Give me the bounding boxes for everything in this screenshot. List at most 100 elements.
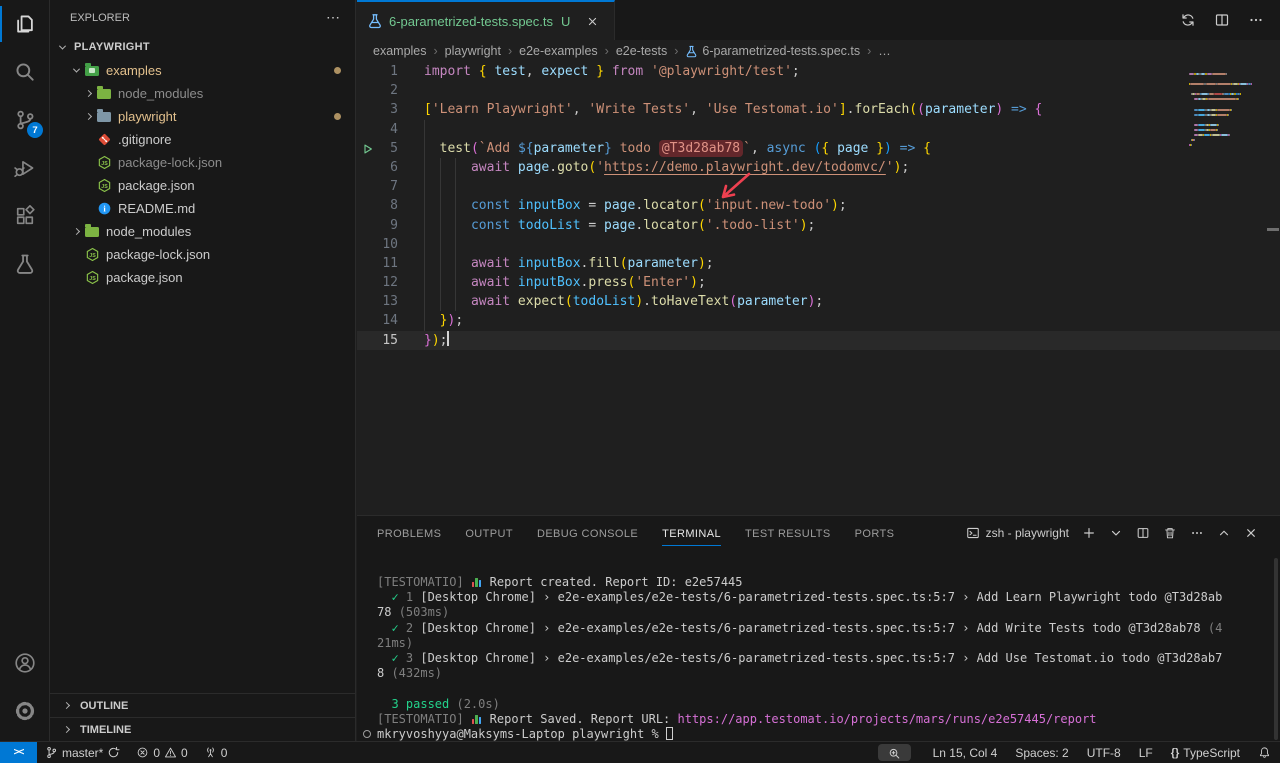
terminal-row: ✓ 2 [Desktop Chrome] › e2e-examples/e2e-… [377,621,1280,636]
indent-guide [424,292,425,311]
panel-tab-ports[interactable]: PORTS [855,520,895,546]
tree-item--gitignore[interactable]: .gitignore [50,128,355,151]
chevron-down-icon[interactable] [1109,526,1123,540]
editor-tab[interactable]: 6-parametrized-tests.spec.ts U [357,0,615,40]
tree-item-playwright[interactable]: playwright [50,105,355,128]
indent-guide [424,158,425,177]
code-line-11: 11 await inputBox.fill(parameter); [357,254,1280,273]
account-icon [14,652,36,674]
status-ports[interactable]: 0 [196,742,236,763]
breadcrumb-item[interactable]: e2e-examples [519,44,598,58]
workspace-section-header[interactable]: PLAYWRIGHT [50,35,355,59]
status-bar: ><master*000Ln 15, Col 4Spaces: 2UTF-8LF… [0,741,1280,763]
terminal-scrollbar[interactable] [1274,558,1278,740]
bar-chart-icon [472,714,482,724]
tree-item-package-json[interactable]: JSpackage.json [50,174,355,197]
status-git-branch[interactable]: master* [37,742,128,763]
tree-item-node-modules[interactable]: node_modules [50,220,355,243]
breadcrumb-item[interactable]: playwright [445,44,501,58]
close-icon[interactable] [1244,526,1258,540]
breadcrumb-item[interactable]: e2e-tests [616,44,667,58]
open-changes-icon[interactable] [1180,12,1196,28]
branch-icon [45,746,58,759]
activity-bar: 7 [0,0,50,741]
split-editor-icon[interactable] [1136,526,1150,540]
section-timeline[interactable]: TIMELINE [50,717,355,741]
chevron-up-icon[interactable] [1217,526,1231,540]
status-encoding[interactable]: UTF-8 [1078,742,1130,763]
run-test-icon[interactable] [362,143,374,155]
tree-item-label: examples [106,63,162,78]
tree-item-node-modules[interactable]: node_modules [50,82,355,105]
extensions-icon [14,205,36,227]
terminal-row: 21ms) [377,636,1280,651]
panel-tab-output[interactable]: OUTPUT [465,520,513,546]
explorer-more-actions-icon[interactable]: ⋯ [326,9,341,26]
status-indentation[interactable]: Spaces: 2 [1006,742,1077,763]
tree-item-package-lock-json[interactable]: JSpackage-lock.json [50,151,355,174]
more-actions-icon[interactable] [1248,12,1264,28]
activity-item-accounts[interactable] [0,639,50,687]
activity-item-testing[interactable] [0,240,50,288]
tree-item-label: package-lock.json [106,247,210,262]
tree-item-label: package.json [106,270,183,285]
terminal-row [377,681,1280,696]
status-zoom[interactable] [869,742,924,763]
breadcrumb-symbol-tail[interactable]: … [878,44,891,58]
terminal-session-select[interactable]: zsh - playwright [966,526,1069,540]
terminal-row: 78 (503ms) [377,605,1280,620]
activity-item-settings[interactable] [0,687,50,735]
section-label: TIMELINE [80,724,131,736]
activity-bar-bottom [0,639,50,735]
git-icon [97,132,112,147]
panel-tab-terminal[interactable]: TERMINAL [662,520,721,546]
status-cursor-position[interactable]: Ln 15, Col 4 [924,742,1007,763]
line-number: 6 [357,158,424,177]
indent-guide [455,196,456,215]
split-editor-icon[interactable] [1214,12,1230,28]
indent-guide [455,273,456,292]
tree-item-readme-md[interactable]: iREADME.md [50,197,355,220]
add-icon[interactable] [1082,526,1096,540]
chevron-down-icon [72,66,79,73]
panel-tab-debug-console[interactable]: DEBUG CONSOLE [537,520,638,546]
tree-item-package-json[interactable]: JSpackage.json [50,266,355,289]
line-number: 11 [357,254,424,273]
breadcrumb-file[interactable]: 6-parametrized-tests.spec.ts [702,44,860,58]
tree-item-examples[interactable]: examples [50,59,355,82]
status-notifications[interactable] [1249,742,1280,763]
remote-indicator[interactable]: >< [0,742,37,763]
overview-ruler-mark [1267,228,1279,231]
indent-guide [424,196,425,215]
indent-guide [455,235,456,254]
panel-tab-problems[interactable]: PROBLEMS [377,520,441,546]
modified-dot-badge [334,67,341,74]
trash-icon[interactable] [1163,526,1177,540]
code-editor[interactable]: 1import { test, expect } from '@playwrig… [357,62,1280,515]
line-number: 4 [357,120,424,139]
minimap[interactable] [1189,66,1265,142]
tree-item-label: node_modules [118,86,203,101]
breadcrumb-item[interactable]: examples [373,44,427,58]
status-eol[interactable]: LF [1130,742,1162,763]
panel-tab-test-results[interactable]: TEST RESULTS [745,520,831,546]
svg-text:JS: JS [89,253,96,259]
activity-item-search[interactable] [0,48,50,96]
status-problems[interactable]: 00 [128,742,195,763]
bar-chart-icon [472,577,482,587]
terminal-row: ✓ 3 [Desktop Chrome] › e2e-examples/e2e-… [377,651,1280,666]
activity-item-source-control[interactable]: 7 [0,96,50,144]
more-actions-icon[interactable] [1190,526,1204,540]
chevron-down-icon [58,42,65,49]
status-language[interactable]: {}TypeScript [1162,742,1249,763]
line-number: 1 [357,62,424,81]
activity-item-run-debug[interactable] [0,144,50,192]
section-outline[interactable]: OUTLINE [50,693,355,717]
terminal[interactable]: [TESTOMATIO] Report created. Report ID: … [357,550,1280,742]
close-icon[interactable] [586,15,599,28]
tree-item-package-lock-json[interactable]: JS package-lock.json [50,243,355,266]
debug-icon [14,157,36,179]
code-line-1: 1import { test, expect } from '@playwrig… [357,62,1280,81]
activity-item-extensions[interactable] [0,192,50,240]
activity-item-explorer[interactable] [0,0,50,48]
